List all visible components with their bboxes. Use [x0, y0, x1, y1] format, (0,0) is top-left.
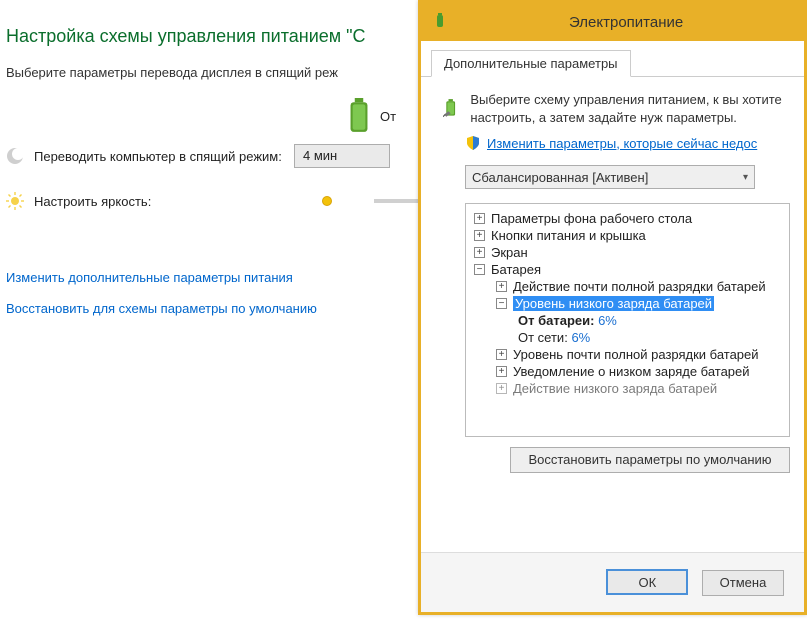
protected-settings-row: Изменить параметры, которые сейчас недос	[421, 133, 804, 161]
tab-advanced-settings[interactable]: Дополнительные параметры	[431, 50, 631, 77]
dialog-title: Электропитание	[569, 14, 683, 31]
expand-icon[interactable]: +	[496, 349, 507, 360]
tab-strip: Дополнительные параметры	[421, 49, 804, 77]
tree-node-battery[interactable]: − Батарея	[470, 261, 785, 278]
tree-node-power-buttons[interactable]: + Кнопки питания и крышка	[470, 227, 785, 244]
intro-text: Выберите схему управления питанием, к вы…	[470, 91, 790, 126]
restore-defaults-row: Восстановить параметры по умолчанию	[421, 447, 804, 477]
tree-node-critical-battery-action[interactable]: + Действие почти полной разрядки батарей	[470, 278, 785, 295]
dialog-titlebar[interactable]: Электропитание	[421, 3, 804, 41]
sleep-timeout-select[interactable]: 4 мин	[294, 144, 390, 168]
expand-icon[interactable]: +	[474, 230, 485, 241]
expand-icon[interactable]: +	[474, 247, 485, 258]
sleep-label: Переводить компьютер в спящий режим:	[34, 149, 294, 164]
dialog-body: Дополнительные параметры Выберите схему …	[421, 41, 804, 552]
restore-plan-defaults-button[interactable]: Восстановить параметры по умолчанию	[510, 447, 790, 473]
column-label-battery: От	[380, 109, 396, 124]
link-change-protected-settings[interactable]: Изменить параметры, которые сейчас недос	[487, 136, 757, 151]
power-options-dialog: Электропитание Дополнительные параметры …	[418, 0, 807, 615]
tree-leaf-on-ac[interactable]: От сети: 6%	[470, 329, 785, 346]
expand-icon[interactable]: +	[496, 366, 507, 377]
tree-node-low-battery-notification[interactable]: + Уведомление о низком заряде батарей	[470, 363, 785, 380]
brightness-min-icon	[322, 196, 332, 206]
power-plan-select-value: Сбалансированная [Активен]	[472, 170, 648, 185]
collapse-icon[interactable]: −	[496, 298, 507, 309]
battery-plug-icon	[443, 91, 458, 127]
expand-icon[interactable]: +	[496, 281, 507, 292]
battery-icon	[346, 98, 372, 134]
shield-icon	[465, 135, 481, 151]
brightness-label: Настроить яркость:	[34, 194, 282, 209]
dialog-button-row: ОК Отмена	[421, 552, 804, 612]
collapse-icon[interactable]: −	[474, 264, 485, 275]
tree-node-screen[interactable]: + Экран	[470, 244, 785, 261]
tree-node-critical-battery-level[interactable]: + Уровень почти полной разрядки батарей	[470, 346, 785, 363]
intro-row: Выберите схему управления питанием, к вы…	[421, 77, 804, 133]
expand-icon[interactable]: +	[496, 383, 507, 394]
power-plan-select[interactable]: Сбалансированная [Активен] ▾	[465, 165, 755, 189]
settings-tree[interactable]: + Параметры фона рабочего стола + Кнопки…	[465, 203, 790, 437]
tree-node-low-battery-level[interactable]: − Уровень низкого заряда батарей	[470, 295, 785, 312]
value-on-ac[interactable]: 6%	[571, 330, 590, 345]
expand-icon[interactable]: +	[474, 213, 485, 224]
tree-node-desktop-background[interactable]: + Параметры фона рабочего стола	[470, 210, 785, 227]
cancel-button[interactable]: Отмена	[702, 570, 784, 596]
chevron-down-icon: ▾	[743, 172, 748, 183]
moon-icon	[6, 147, 24, 165]
value-on-battery[interactable]: 6%	[598, 313, 617, 328]
plan-select-row: Сбалансированная [Активен] ▾	[421, 161, 804, 197]
ok-button[interactable]: ОК	[606, 569, 688, 595]
power-icon	[431, 13, 449, 31]
tree-leaf-on-battery[interactable]: От батареи: 6%	[470, 312, 785, 329]
tree-node-low-battery-action[interactable]: + Действие низкого заряда батарей	[470, 380, 785, 397]
sun-icon	[6, 192, 24, 210]
